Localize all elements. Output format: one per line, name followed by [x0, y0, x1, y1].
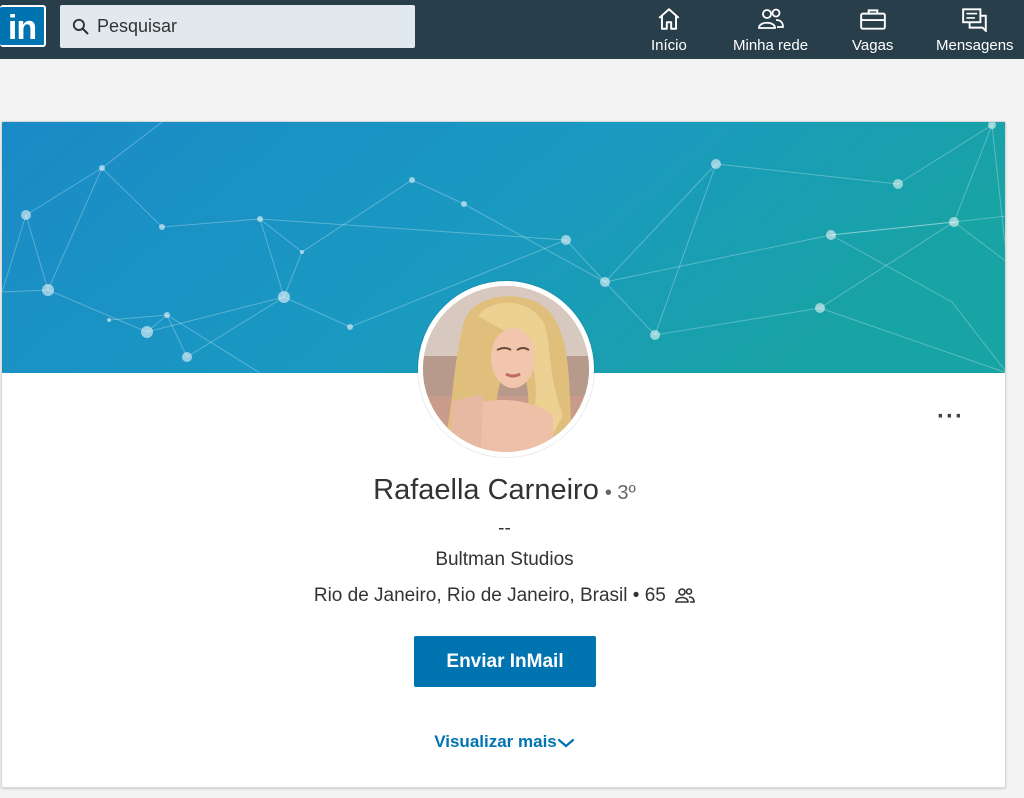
profile-photo-image: [423, 286, 589, 452]
nav-messages[interactable]: Mensagens: [936, 4, 1014, 56]
nav-network-label: Minha rede: [733, 37, 809, 54]
nav-home[interactable]: Início: [651, 4, 687, 56]
search-input[interactable]: [97, 16, 387, 37]
show-more-label: Visualizar mais: [434, 732, 557, 751]
briefcase-icon: [859, 9, 886, 30]
profile-card: ··· Rafaella Carneiro • 3º -- Bultman Stu…: [1, 121, 1006, 788]
nav-messages-label: Mensagens: [936, 37, 1014, 54]
nav-jobs[interactable]: Vagas: [852, 4, 893, 56]
connections-count[interactable]: • 65: [633, 585, 666, 606]
more-actions-button[interactable]: ···: [937, 405, 964, 429]
profile-company[interactable]: Bultman Studios: [2, 549, 1005, 571]
connections-icon: [675, 588, 695, 603]
search-box[interactable]: [60, 5, 415, 48]
show-more-link[interactable]: Visualizar mais: [2, 732, 1005, 752]
nav-home-label: Início: [651, 37, 687, 54]
top-navbar: in Início Minha rede Vagas: [0, 0, 1024, 59]
profile-headline: --: [498, 518, 511, 539]
home-icon: [658, 8, 680, 30]
messages-icon: [961, 8, 987, 32]
connection-degree: • 3º: [604, 482, 636, 504]
search-icon: [72, 18, 89, 35]
profile-photo[interactable]: [418, 281, 594, 457]
profile-location: Rio de Janeiro, Rio de Janeiro, Brasil: [313, 585, 628, 606]
profile-name: Rafaella Carneiro: [373, 474, 599, 506]
network-icon: [757, 8, 784, 29]
chevron-down-icon: [557, 738, 574, 747]
nav-jobs-label: Vagas: [852, 37, 894, 54]
send-inmail-button[interactable]: Enviar InMail: [414, 636, 596, 687]
location-row: Rio de Janeiro, Rio de Janeiro, Brasil •…: [2, 585, 1005, 607]
name-row: Rafaella Carneiro • 3º: [2, 474, 1005, 507]
linkedin-logo[interactable]: in: [0, 5, 46, 47]
nav-network[interactable]: Minha rede: [733, 4, 808, 56]
